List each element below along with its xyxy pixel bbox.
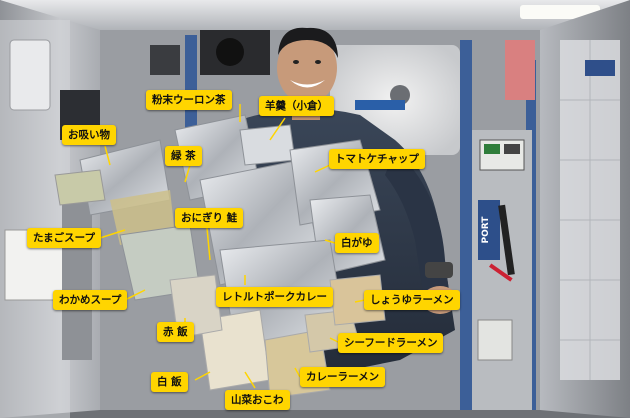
label-hakuhan: 白 飯 [151,372,188,392]
label-retort-pork-curry: レトルトポークカレー [216,287,333,307]
label-curry-ramen: カレーラーメン [300,367,386,387]
photo-scene: PORT 粉末ウーロン茶 羊羹（小倉） お吸い物 緑 茶 トマトケチャップ おに… [0,0,630,418]
port-sign-text: PORT [481,216,491,244]
label-shiragayu: 白がゆ [335,233,379,253]
label-ryokucha: 緑 茶 [165,146,202,166]
label-osuimono: お吸い物 [62,125,116,145]
label-seafood-ramen: シーフードラーメン [338,333,444,353]
label-sansai-okowa: 山菜おこわ [225,390,290,410]
label-sekihan: 赤 飯 [157,322,194,342]
label-onigiri-sake: おにぎり 鮭 [175,208,244,228]
label-wakame-soup: わかめスープ [53,290,128,310]
right-rack [472,130,532,410]
label-tamago-soup: たまごスープ [27,228,102,248]
label-tomato-ketchup: トマトケチャップ [329,149,425,169]
label-funmatsu-oolong: 粉末ウーロン茶 [146,90,232,110]
spacestation-photo: PORT [0,0,630,418]
label-shoyu-ramen: しょうゆラーメン [364,290,460,310]
label-yokan: 羊羹（小倉） [259,96,334,116]
